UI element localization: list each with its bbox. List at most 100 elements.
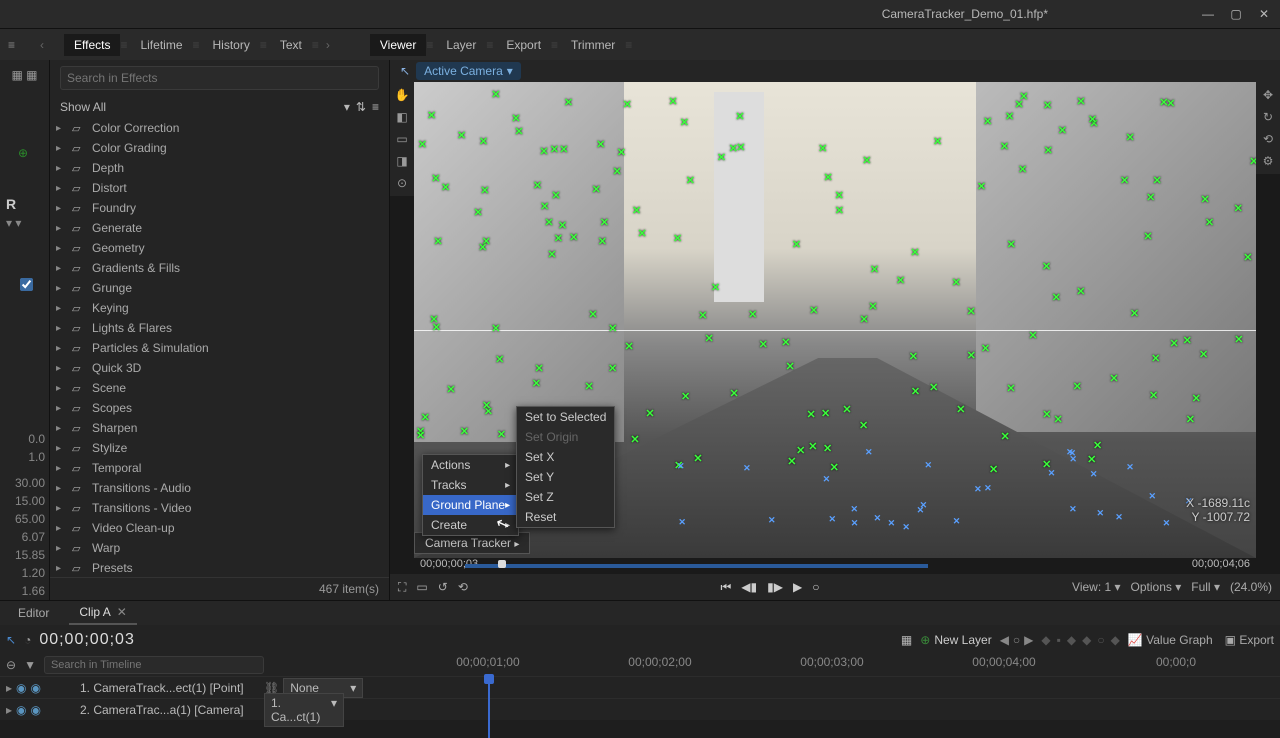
tool-move-icon[interactable]: ✥ — [1263, 88, 1273, 102]
sub-set-z[interactable]: Set Z — [517, 487, 614, 507]
tracker-point[interactable] — [482, 398, 492, 408]
expand-icon[interactable]: ▸ — [56, 423, 66, 434]
tracker-point[interactable] — [1076, 284, 1086, 294]
expand-icon[interactable]: ▸ — [56, 243, 66, 254]
tracker-point[interactable] — [514, 124, 524, 134]
tracker-point[interactable] — [842, 402, 852, 412]
options-dropdown[interactable]: Options ▾ — [1131, 580, 1182, 594]
value-graph-button[interactable]: 📈 Value Graph — [1128, 633, 1213, 647]
tracker-point-ground[interactable] — [1163, 515, 1173, 525]
filter-icon[interactable]: ▼ — [24, 658, 36, 672]
tracker-point-ground[interactable] — [1149, 488, 1159, 498]
track-row[interactable]: ▸◉◉ 1. CameraTrack...ect(1) [Point] ⛓ No… — [0, 676, 1280, 698]
solo-icon[interactable]: ◉ — [31, 681, 41, 695]
expand-icon[interactable]: ▸ — [56, 403, 66, 414]
ctx-tracks[interactable]: Tracks▸ — [423, 475, 518, 495]
tracker-point-ground[interactable] — [902, 519, 912, 529]
tracker-point[interactable] — [598, 234, 608, 244]
tracker-point[interactable] — [608, 361, 618, 371]
tracker-point[interactable] — [416, 428, 426, 438]
tracker-point[interactable] — [1087, 452, 1097, 462]
step-back-button[interactable]: ◀▮ — [739, 580, 759, 594]
sub-set-x[interactable]: Set X — [517, 447, 614, 467]
tracker-point[interactable] — [668, 94, 678, 104]
tool-target-icon[interactable]: ⊙ — [397, 176, 407, 190]
tab-viewer[interactable]: Viewer — [370, 34, 426, 56]
effects-category[interactable]: ▸▱Geometry — [50, 238, 389, 258]
tracker-point-ground[interactable] — [888, 515, 898, 525]
tracker-point[interactable] — [729, 386, 739, 396]
tracker-point[interactable] — [1143, 229, 1153, 239]
tracker-point[interactable] — [1183, 333, 1193, 343]
ctx-actions[interactable]: Actions▸ — [423, 455, 518, 475]
effects-category[interactable]: ▸▱Stylize — [50, 438, 389, 458]
tracker-point-ground[interactable] — [850, 501, 860, 511]
tracker-point[interactable] — [735, 109, 745, 119]
tracker-point[interactable] — [613, 164, 623, 174]
tracker-point[interactable] — [1192, 391, 1202, 401]
tool-rotate-icon[interactable]: ↻ — [1263, 110, 1273, 124]
tracker-point[interactable] — [1093, 438, 1103, 448]
tracker-point[interactable] — [870, 262, 880, 272]
tracker-point[interactable] — [705, 331, 715, 341]
effects-category[interactable]: ▸▱Color Correction — [50, 118, 389, 138]
list-menu-icon[interactable]: ≡ — [372, 100, 379, 114]
fullscreen-icon[interactable]: ⛶ — [398, 580, 406, 595]
nav-home-icon[interactable]: ○ — [1013, 633, 1020, 647]
tool-gear-icon[interactable]: ⚙ — [1263, 154, 1274, 168]
tracker-point[interactable] — [585, 379, 595, 389]
track-name[interactable]: 2. CameraTrac...a(1) [Camera] — [80, 703, 260, 717]
tracker-point[interactable] — [1053, 412, 1063, 422]
tracker-point[interactable] — [681, 389, 691, 399]
tracker-point[interactable] — [1234, 332, 1244, 342]
rail-checkbox[interactable] — [20, 278, 49, 294]
tracker-point[interactable] — [736, 140, 746, 150]
tracker-point[interactable] — [1151, 351, 1161, 361]
tracker-point[interactable] — [787, 454, 797, 464]
effects-category[interactable]: ▸▱Generate — [50, 218, 389, 238]
tracker-point[interactable] — [1243, 250, 1253, 260]
effects-category[interactable]: ▸▱Presets — [50, 558, 389, 577]
tool-reset-icon[interactable]: ⟲ — [1263, 132, 1273, 146]
effects-category[interactable]: ▸▱Scene — [50, 378, 389, 398]
full-dropdown[interactable]: Full ▾ — [1191, 580, 1220, 594]
effects-category[interactable]: ▸▱Scopes — [50, 398, 389, 418]
tracker-point[interactable] — [698, 308, 708, 318]
tracker-point-ground[interactable] — [1126, 459, 1136, 469]
sub-set-selected[interactable]: Set to Selected — [517, 407, 614, 427]
tracker-point-ground[interactable] — [865, 444, 875, 454]
expand-icon[interactable]: ▸ — [56, 163, 66, 174]
tracker-point[interactable] — [421, 410, 431, 420]
tracker-point-ground[interactable] — [984, 480, 994, 490]
tracker-point[interactable] — [596, 137, 606, 147]
tracker-point[interactable] — [491, 87, 501, 97]
effects-category[interactable]: ▸▱Keying — [50, 298, 389, 318]
go-start-button[interactable]: ⏮ — [718, 580, 733, 595]
tracker-point[interactable] — [1200, 192, 1210, 202]
expand-icon[interactable]: ▸ — [56, 443, 66, 454]
tracker-point[interactable] — [429, 312, 439, 322]
expand-icon[interactable]: ▸ — [56, 323, 66, 334]
effects-category[interactable]: ▸▱Distort — [50, 178, 389, 198]
expand-icon[interactable]: ▸ — [56, 143, 66, 154]
tracker-point[interactable] — [1109, 371, 1119, 381]
tracker-point[interactable] — [511, 111, 521, 121]
tracker-point[interactable] — [823, 441, 833, 451]
effects-category[interactable]: ▸▱Color Grading — [50, 138, 389, 158]
sub-reset[interactable]: Reset — [517, 507, 614, 527]
expand-icon[interactable]: ▸ — [56, 523, 66, 534]
tab-export[interactable]: Export — [496, 34, 551, 56]
tracker-point[interactable] — [433, 234, 443, 244]
tracker-point[interactable] — [680, 115, 690, 125]
tracker-point[interactable] — [600, 215, 610, 225]
tracker-point-ground[interactable] — [1096, 505, 1106, 515]
tool-hand-icon[interactable]: ✋ — [395, 88, 410, 102]
tracker-point[interactable] — [559, 142, 569, 152]
tracker-point-ground[interactable] — [768, 512, 778, 522]
tracker-point[interactable] — [1152, 173, 1162, 183]
tracker-point[interactable] — [693, 451, 703, 461]
tracker-point[interactable] — [1005, 109, 1015, 119]
tracker-point[interactable] — [588, 307, 598, 317]
tracker-point[interactable] — [608, 321, 618, 331]
expand-icon[interactable]: ▸ — [56, 123, 66, 134]
